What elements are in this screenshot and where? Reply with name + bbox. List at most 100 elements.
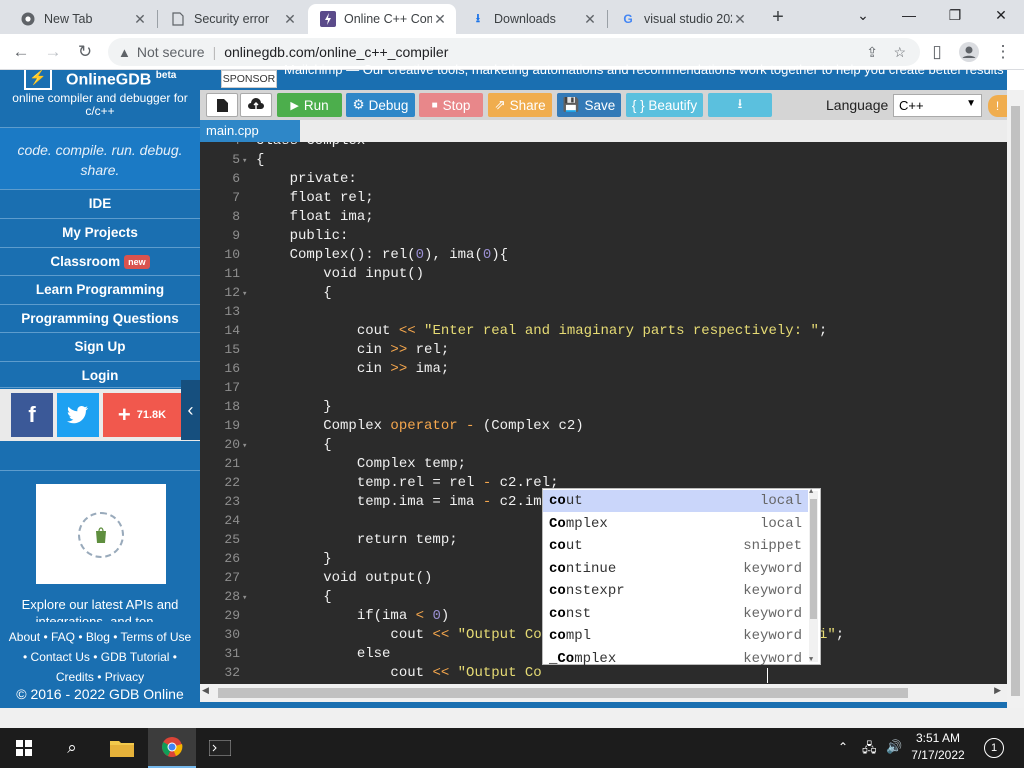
ad-caption[interactable]: Explore our latest APIs and integrations… [8, 596, 192, 622]
sidebar-item-my-projects[interactable]: My Projects [0, 218, 200, 245]
ad-image[interactable] [36, 484, 166, 584]
back-arrow-icon[interactable]: ← [8, 39, 34, 65]
chevron-up-icon[interactable]: ⌃ [838, 740, 848, 754]
fold-arrow-icon[interactable]: ▾ [242, 441, 247, 451]
autocomplete-item[interactable]: compl keyword [543, 625, 808, 647]
debug-button[interactable]: ⚙ Debug [346, 93, 415, 117]
code-line[interactable]: Complex(): rel(0), ima(0){ [256, 247, 508, 263]
scroll-up-arrow-icon[interactable]: ▲ [809, 488, 813, 496]
code-line[interactable]: else [256, 646, 391, 662]
autocomplete-popup[interactable]: cout local Complex local cout snippet continue… [542, 488, 821, 667]
code-line[interactable]: temp.ima = ima - c2.ima; [256, 494, 559, 510]
autocomplete-item[interactable]: cout snippet [543, 535, 808, 557]
sidebar-item-sign-up[interactable]: Sign Up [0, 332, 200, 359]
reload-icon[interactable]: ↻ [72, 39, 98, 65]
taskbar-clock[interactable]: 3:51 AM 7/17/2022 [908, 730, 968, 764]
code-line[interactable]: if(ima < 0) [256, 608, 449, 624]
terminal-taskbar-icon[interactable] [196, 728, 244, 768]
scroll-left-arrow-icon[interactable]: ◀ [202, 685, 209, 696]
code-line[interactable]: float ima; [256, 209, 374, 225]
code-line[interactable]: { [256, 152, 264, 168]
new-file-button[interactable] [206, 93, 238, 117]
footer-links-row-2[interactable]: • Contact Us • GDB Tutorial • [0, 647, 200, 667]
restore-button[interactable]: ❐ [932, 0, 978, 30]
code-line[interactable]: return temp; [256, 532, 458, 548]
collapse-sidebar-chevron-icon[interactable]: ‹ [181, 380, 200, 440]
code-line[interactable]: } [256, 399, 331, 415]
sidebar-item-login[interactable]: Login [0, 361, 200, 388]
file-tab-main-cpp[interactable]: main.cpp [200, 120, 300, 142]
code-line[interactable]: void output() [256, 570, 432, 586]
code-line[interactable]: float rel; [256, 190, 374, 206]
code-line[interactable]: cout << "Enter real and imaginary parts … [256, 323, 828, 339]
share-icon[interactable]: ⇪ [866, 44, 878, 61]
code-line[interactable]: { [256, 285, 331, 301]
code-line[interactable]: temp.rel = rel - c2.rel; [256, 475, 559, 491]
code-line[interactable]: cin >> ima; [256, 361, 449, 377]
close-tab-icon[interactable]: ✕ [582, 11, 598, 28]
scroll-down-arrow-icon[interactable]: ▼ [809, 656, 813, 664]
scroll-right-arrow-icon[interactable]: ▶ [994, 685, 1001, 696]
code-line[interactable]: void input() [256, 266, 424, 282]
autocomplete-item[interactable]: _Complex keyword [543, 648, 808, 670]
close-tab-icon[interactable]: ✕ [732, 11, 748, 28]
network-icon[interactable]: 🖧 [862, 739, 877, 761]
beautify-button[interactable]: { } Beautify [626, 93, 703, 117]
footer-links-row-3[interactable]: Credits • Privacy [0, 667, 200, 687]
close-tab-icon[interactable]: ✕ [132, 11, 148, 28]
language-select[interactable]: C++ ▼ [893, 94, 982, 117]
browser-tab-security-error[interactable]: Security error ✕ [158, 4, 306, 34]
autocomplete-scroll-thumb[interactable] [810, 499, 817, 619]
browser-tab-visual-studio[interactable]: G visual studio 2022 ✕ [608, 4, 756, 34]
info-icon[interactable]: ! [988, 95, 1007, 117]
chevron-down-icon[interactable]: ⌄ [840, 0, 886, 30]
warning-icon[interactable]: ▲ [118, 45, 131, 60]
autocomplete-scrollbar[interactable]: ▲ ▼ [809, 488, 818, 664]
sidebar-item-programming-questions[interactable]: Programming Questions [0, 304, 200, 331]
code-line[interactable]: } [256, 551, 331, 567]
chrome-taskbar-icon[interactable] [148, 728, 196, 768]
sidebar-item-classroom[interactable]: Classroom new [0, 247, 200, 274]
browser-tab-online-cpp[interactable]: Online C++ Compiler ✕ [308, 4, 456, 34]
upload-button[interactable] [240, 93, 272, 117]
security-label[interactable]: Not secure [137, 44, 205, 60]
code-line[interactable]: private: [256, 171, 357, 187]
autocomplete-item[interactable]: cout local [543, 490, 808, 512]
close-tab-icon[interactable]: ✕ [282, 11, 298, 28]
windows-start-icon[interactable] [0, 728, 48, 768]
sidebar-item-learn-programming[interactable]: Learn Programming [0, 275, 200, 302]
page-vertical-scrollbar[interactable] [1007, 90, 1024, 708]
code-line[interactable]: Complex operator - (Complex c2) [256, 418, 583, 434]
footer-links-row-1[interactable]: About • FAQ • Blog • Terms of Use [0, 627, 200, 647]
sidebar-item-ide[interactable]: IDE [0, 189, 200, 216]
fold-arrow-icon[interactable]: ▾ [242, 289, 247, 299]
notification-icon[interactable]: 1 [984, 738, 1004, 758]
fold-arrow-icon[interactable]: ▾ [242, 156, 247, 166]
horizontal-scrollbar[interactable]: ◀ ▶ [200, 684, 1007, 702]
code-line[interactable]: { [256, 589, 331, 605]
browser-tab-downloads[interactable]: ⭳ Downloads ✕ [458, 4, 606, 34]
browser-tab-new-tab[interactable]: New Tab ✕ [8, 4, 156, 34]
fold-arrow-icon[interactable]: ▾ [242, 593, 247, 603]
autocomplete-item[interactable]: constexpr keyword [543, 580, 808, 602]
download-button[interactable]: ⭳ [708, 93, 772, 117]
save-button[interactable]: 💾 Save [557, 93, 621, 117]
close-tab-icon[interactable]: ✕ [432, 11, 448, 28]
brand-name[interactable]: OnlineGDB beta [66, 70, 176, 89]
run-button[interactable]: ▶ Run [277, 93, 342, 117]
close-window-button[interactable]: ✕ [978, 0, 1024, 30]
autocomplete-item[interactable]: Complex local [543, 513, 808, 535]
search-icon[interactable]: ⌕ [48, 728, 96, 768]
addthis-share-button[interactable]: + 71.8K [103, 393, 181, 437]
volume-icon[interactable]: 🔊 [886, 739, 902, 755]
onlinegdb-logo-icon[interactable]: ⚡ [24, 70, 52, 90]
code-line[interactable]: cin >> rel; [256, 342, 449, 358]
code-line[interactable]: cout << "Output Co [256, 665, 541, 681]
share-button[interactable]: ⇗ Share [488, 93, 552, 117]
autocomplete-item[interactable]: const keyword [543, 603, 808, 625]
url-text[interactable]: onlinegdb.com/online_c++_compiler [224, 44, 448, 60]
code-line[interactable]: public: [256, 228, 349, 244]
new-tab-button[interactable]: + [764, 4, 792, 30]
twitter-share-button[interactable] [57, 393, 99, 437]
file-explorer-icon[interactable] [98, 728, 146, 768]
